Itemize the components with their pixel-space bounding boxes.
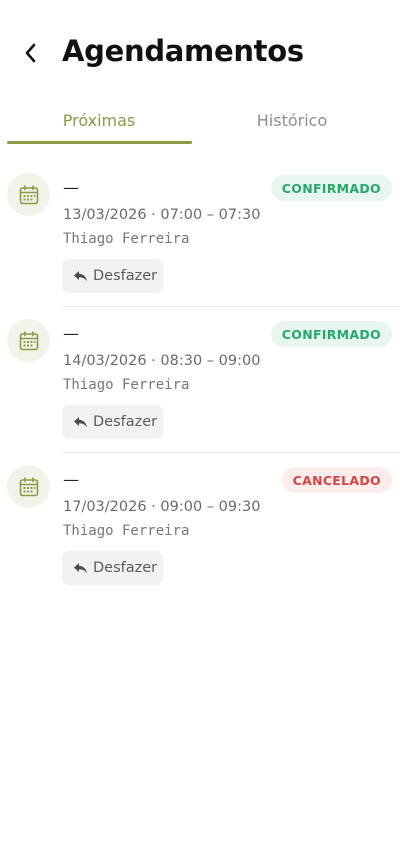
calendar-icon [7, 319, 50, 362]
appointment-person: Thiago Ferreira [63, 523, 190, 539]
status-badge: CONFIRMADO [270, 175, 392, 201]
tab-bar: Próximas Histórico [0, 96, 400, 144]
undo-button-label: Desfazer [93, 560, 158, 576]
appointment-title: — [63, 324, 79, 343]
undo-button[interactable]: Desfazer [62, 405, 163, 439]
appointment-list: — CONFIRMADO 13/03/2026 · 07:00 – 07:30 … [0, 166, 400, 604]
status-badge: CANCELADO [281, 467, 392, 493]
back-button[interactable] [16, 38, 46, 68]
page-title: Agendamentos [62, 34, 304, 68]
appointment-item[interactable]: — CONFIRMADO 13/03/2026 · 07:00 – 07:30 … [0, 166, 400, 312]
back-arrow-icon [25, 43, 36, 63]
appointment-person: Thiago Ferreira [63, 377, 190, 393]
calendar-icon [7, 173, 50, 216]
tab-proximas[interactable]: Próximas [7, 96, 191, 144]
reply-icon [74, 270, 87, 281]
calendar-icon [7, 465, 50, 508]
appointment-item[interactable]: — CANCELADO 17/03/2026 · 09:00 – 09:30 T… [0, 458, 400, 604]
reply-icon [74, 562, 87, 573]
undo-button-label: Desfazer [93, 268, 158, 284]
reply-icon [74, 416, 87, 427]
appointment-datetime: 13/03/2026 · 07:00 – 07:30 [63, 207, 261, 223]
undo-button[interactable]: Desfazer [62, 259, 163, 293]
undo-button-label: Desfazer [93, 414, 158, 430]
status-badge: CONFIRMADO [270, 321, 392, 347]
undo-button[interactable]: Desfazer [62, 551, 163, 585]
appointment-item[interactable]: — CONFIRMADO 14/03/2026 · 08:30 – 09:00 … [0, 312, 400, 458]
appointment-datetime: 17/03/2026 · 09:00 – 09:30 [63, 499, 261, 515]
tab-historico[interactable]: Histórico [200, 96, 384, 144]
active-tab-indicator [7, 141, 192, 144]
appointment-title: — [63, 470, 79, 489]
appointment-person: Thiago Ferreira [63, 231, 190, 247]
appointment-title: — [63, 178, 79, 197]
divider [62, 452, 400, 453]
appointment-datetime: 14/03/2026 · 08:30 – 09:00 [63, 353, 261, 369]
divider [62, 306, 400, 307]
header: Agendamentos [0, 0, 400, 100]
